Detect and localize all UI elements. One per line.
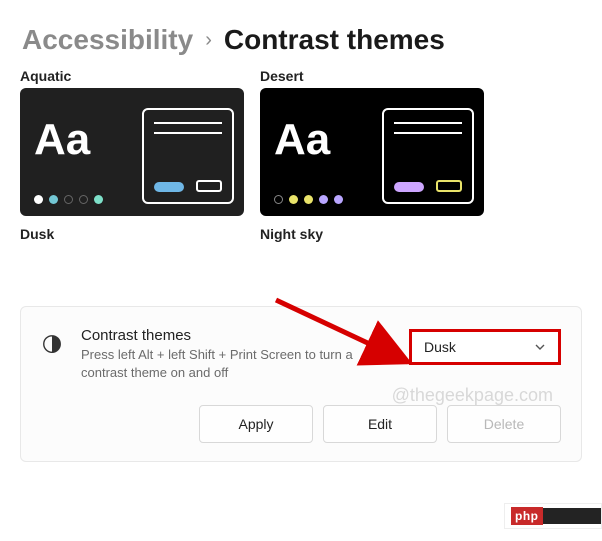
card-description: Press left Alt + left Shift + Print Scre… bbox=[81, 346, 361, 381]
sample-text-icon: Aa bbox=[274, 118, 330, 162]
delete-button[interactable]: Delete bbox=[447, 405, 561, 443]
breadcrumb-parent[interactable]: Accessibility bbox=[22, 24, 193, 56]
window-preview-icon bbox=[142, 108, 234, 204]
theme-tile-desert: Desert Aa bbox=[260, 66, 484, 216]
card-title: Contrast themes bbox=[81, 327, 391, 344]
theme-labels-row: Dusk Night sky bbox=[0, 224, 602, 246]
sample-text-icon: Aa bbox=[34, 118, 90, 162]
contrast-themes-card: Contrast themes Press left Alt + left Sh… bbox=[20, 306, 582, 462]
theme-select-dropdown[interactable]: Dusk bbox=[409, 329, 561, 365]
source-badge: php bbox=[504, 503, 602, 529]
breadcrumb-current: Contrast themes bbox=[224, 24, 445, 56]
palette-dots bbox=[34, 195, 103, 204]
theme-label-nightsky: Night sky bbox=[260, 226, 484, 242]
theme-previews-row: Aquatic Aa Desert Aa bbox=[0, 66, 602, 216]
badge-bar-icon bbox=[543, 508, 602, 524]
theme-tile-aquatic: Aquatic Aa bbox=[20, 66, 244, 216]
chevron-down-icon bbox=[534, 341, 546, 353]
action-buttons-row: Apply Edit Delete bbox=[41, 405, 561, 443]
edit-button[interactable]: Edit bbox=[323, 405, 437, 443]
palette-dots bbox=[274, 195, 343, 204]
theme-label-dusk: Dusk bbox=[20, 226, 244, 242]
theme-label: Aquatic bbox=[20, 68, 244, 84]
apply-button[interactable]: Apply bbox=[199, 405, 313, 443]
badge-label: php bbox=[511, 507, 543, 525]
breadcrumb: Accessibility › Contrast themes bbox=[0, 0, 602, 66]
chevron-right-icon: › bbox=[205, 29, 212, 52]
watermark-text: @thegeekpage.com bbox=[392, 385, 553, 406]
window-preview-icon bbox=[382, 108, 474, 204]
dropdown-value: Dusk bbox=[424, 339, 456, 355]
theme-preview-aquatic[interactable]: Aa bbox=[20, 88, 244, 216]
theme-label: Desert bbox=[260, 68, 484, 84]
theme-preview-desert[interactable]: Aa bbox=[260, 88, 484, 216]
contrast-icon bbox=[41, 333, 63, 355]
